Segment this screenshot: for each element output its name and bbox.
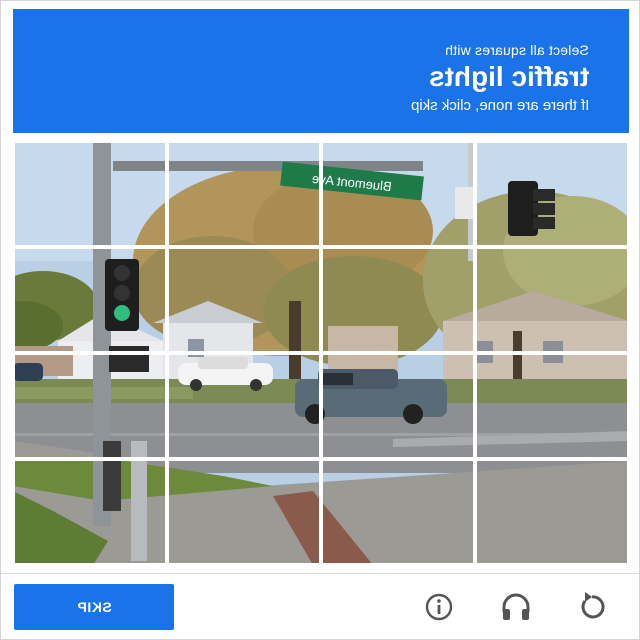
headphones-icon[interactable] (494, 585, 538, 629)
grid-tile[interactable] (321, 353, 475, 459)
grid-tile[interactable] (321, 247, 475, 353)
instruction-banner: Select all squares with traffic lights I… (13, 9, 629, 133)
grid-tile[interactable] (167, 459, 321, 565)
info-icon[interactable] (417, 585, 461, 629)
captcha-dialog: Select all squares with traffic lights I… (0, 0, 640, 640)
grid-tile[interactable] (13, 247, 167, 353)
grid-tile[interactable] (475, 247, 629, 353)
tile-grid (13, 141, 629, 565)
grid-tile[interactable] (13, 459, 167, 565)
grid-tile[interactable] (321, 459, 475, 565)
grid-tile[interactable] (475, 459, 629, 565)
grid-tile[interactable] (167, 141, 321, 247)
grid-tile[interactable] (321, 141, 475, 247)
instruction-target: traffic lights (428, 61, 589, 92)
grid-tile[interactable] (475, 353, 629, 459)
grid-tile[interactable] (13, 353, 167, 459)
grid-tile[interactable] (475, 141, 629, 247)
grid-tile[interactable] (13, 141, 167, 247)
instruction-line-3: If there are none, click skip (410, 97, 589, 114)
skip-button[interactable]: SKIP (14, 584, 174, 630)
instruction-line-1: Select all squares with (445, 42, 589, 58)
skip-label: SKIP (76, 599, 112, 615)
grid-tile[interactable] (167, 247, 321, 353)
image-grid: Bluemont Ave (13, 141, 629, 565)
reload-icon[interactable] (570, 585, 614, 629)
footer-divider (1, 573, 640, 574)
grid-tile[interactable] (167, 353, 321, 459)
